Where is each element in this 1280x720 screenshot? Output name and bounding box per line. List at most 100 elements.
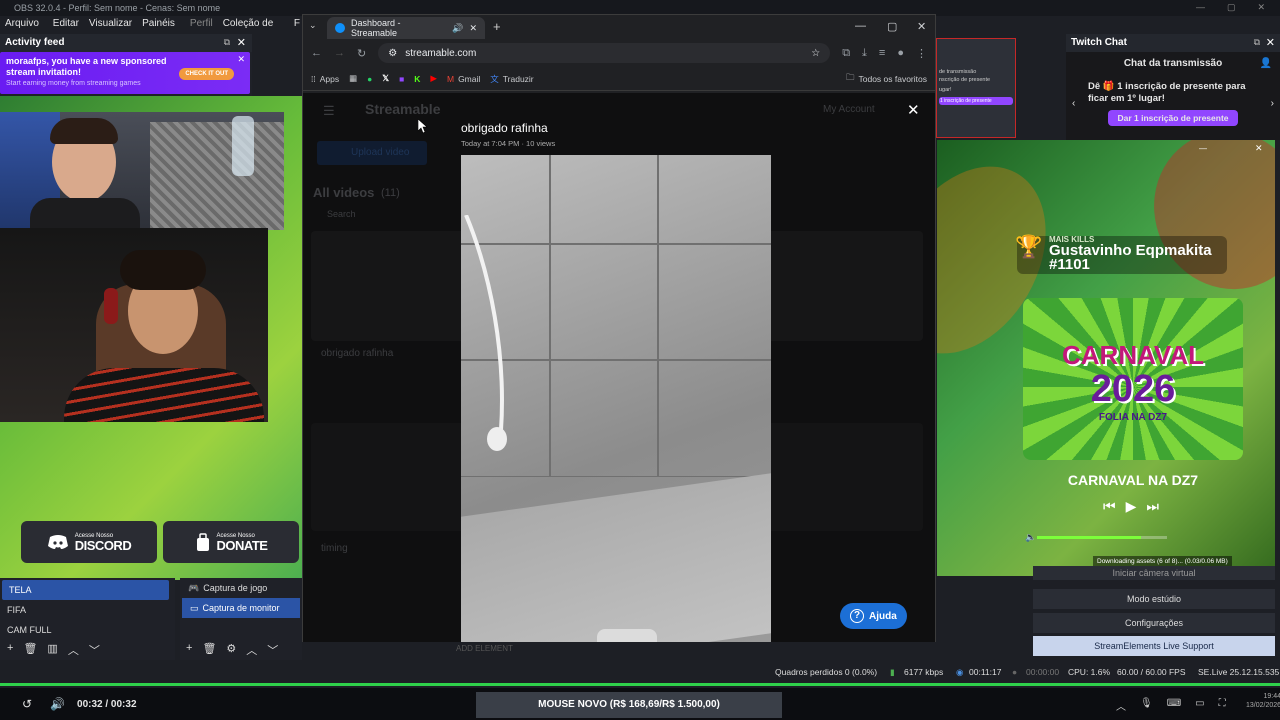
add-icon[interactable]: + <box>7 642 13 658</box>
sponsor-invitation[interactable]: moraafps, you have a new sponsored strea… <box>0 52 250 94</box>
menu-visualizar[interactable]: Visualizar <box>89 16 132 32</box>
undock-icon[interactable]: ⧉ <box>1254 37 1260 48</box>
hamburger-icon[interactable]: ☰ <box>323 103 335 119</box>
fullscreen-icon[interactable]: ⛶ <box>1219 698 1226 713</box>
down-icon[interactable]: ﹀ <box>89 642 100 658</box>
sources-toolbar: + 🗑 ⚙ ︿ ﹀ <box>186 642 278 658</box>
close-icon[interactable]: ✕ <box>1258 2 1266 13</box>
bookmark-apps[interactable]: ⁞⁞ Apps <box>311 74 339 84</box>
previous-icon[interactable]: ⏮ <box>1103 498 1116 515</box>
kick-icon[interactable]: K <box>414 74 420 84</box>
promo-line-2: ficar em 1º lugar! <box>1088 93 1165 104</box>
whatsapp-icon[interactable]: ● <box>367 74 372 84</box>
source-item-game-capture[interactable]: 🎮 Captura de jogo <box>180 578 302 598</box>
minimize-icon[interactable]: — <box>1199 144 1207 153</box>
volume-icon[interactable]: 🔊 <box>50 697 65 711</box>
twitch-icon[interactable]: ■ <box>399 74 404 84</box>
dismiss-icon[interactable]: ✕ <box>237 54 245 65</box>
download-icon[interactable]: ⤓ <box>862 47 867 60</box>
video-progress-bar[interactable] <box>0 683 1280 686</box>
users-icon[interactable]: 👤 <box>1260 58 1272 69</box>
up-icon[interactable]: ︿ <box>68 642 79 658</box>
trash-icon[interactable]: 🗑 <box>202 642 216 658</box>
donate-button[interactable]: Acesse Nosso DONATE <box>163 521 299 563</box>
menu-icon[interactable]: ⋮ <box>916 47 927 60</box>
back-icon[interactable]: ← <box>311 47 322 59</box>
add-element-label[interactable]: ADD ELEMENT <box>456 644 513 653</box>
gift-sub-button[interactable]: Dar 1 inscrição de presente <box>1108 110 1238 126</box>
discord-button[interactable]: Acesse Nosso DISCORD <box>21 521 157 563</box>
check-it-out-button[interactable]: CHECK IT OUT <box>179 68 234 80</box>
menu-editar[interactable]: Editar <box>53 16 79 32</box>
my-account-link[interactable]: My Account <box>823 104 875 115</box>
reload-icon[interactable]: ↻ <box>357 47 366 60</box>
prev-icon[interactable]: ‹ <box>1072 98 1075 109</box>
star-icon[interactable]: ☆ <box>811 48 820 59</box>
x-icon[interactable]: 𝕏 <box>382 73 389 84</box>
all-bookmarks[interactable]: 🗀 Todos os favoritos <box>846 72 927 86</box>
next-icon[interactable]: › <box>1271 98 1274 109</box>
mouse-cursor-icon <box>418 119 428 133</box>
subtitles-icon[interactable]: ▭ <box>1195 698 1204 713</box>
bookmark-traduzir[interactable]: 文 Traduzir <box>490 73 533 85</box>
extensions-icon[interactable]: ⧉ <box>842 47 850 60</box>
upload-video-button[interactable]: Upload video <box>317 141 427 165</box>
obs-window-controls[interactable]: — ▢ ✕ <box>1196 2 1265 13</box>
menu-f[interactable]: F <box>294 16 300 32</box>
address-bar[interactable]: ⚙ streamable.com ☆ <box>378 43 831 63</box>
tab-search-icon[interactable]: ⌄ <box>309 20 317 31</box>
menu-arquivo[interactable]: Arquivo (F) <box>5 16 43 45</box>
tab-close-icon[interactable]: ✕ <box>469 23 477 34</box>
bookmark-gmail[interactable]: M Gmail <box>447 74 480 84</box>
close-icon[interactable]: ✕ <box>1266 36 1275 49</box>
site-info-icon[interactable]: ⚙ <box>388 48 397 59</box>
filter-icon[interactable]: ▥ <box>47 642 57 658</box>
search-input[interactable]: Search <box>327 209 356 219</box>
down-icon[interactable]: ﹀ <box>267 642 278 658</box>
up-icon[interactable]: ︿ <box>246 642 257 658</box>
virtual-camera-button[interactable]: Iniciar câmera virtual <box>1033 566 1275 580</box>
media-icon[interactable]: ≡ <box>879 47 885 59</box>
modal-close-icon[interactable]: ✕ <box>907 101 920 119</box>
streamelements-support-button[interactable]: StreamElements Live Support <box>1033 636 1275 656</box>
minimize-icon[interactable]: — <box>1196 2 1205 13</box>
next-track-icon[interactable]: ⏭ <box>1146 498 1159 515</box>
undock-icon[interactable]: ⧉ <box>224 37 230 48</box>
menu-paineis[interactable]: Painéis (D) <box>142 16 180 45</box>
keyboard-icon[interactable]: ⌨ <box>1167 698 1181 713</box>
volume-slider[interactable] <box>1037 536 1167 539</box>
video-player[interactable] <box>461 155 771 642</box>
profile-icon[interactable]: ● <box>897 47 904 59</box>
trash-icon[interactable]: 🗑 <box>23 642 37 658</box>
close-icon[interactable]: ✕ <box>917 20 926 33</box>
add-icon[interactable]: + <box>186 642 192 658</box>
help-button[interactable]: ? Ajuda <box>840 603 907 629</box>
chrome-window: ⌄ Dashboard - Streamable 🔊 ✕ + — ▢ ✕ ← →… <box>302 14 936 642</box>
new-tab-icon[interactable]: + <box>493 19 501 34</box>
studio-mode-button[interactable]: Modo estúdio <box>1033 589 1275 609</box>
maximize-icon[interactable]: ▢ <box>887 20 897 33</box>
streamer-hair-2 <box>120 250 206 290</box>
scene-item-fifa[interactable]: FIFA <box>0 600 175 620</box>
forward-icon[interactable]: → <box>334 47 345 59</box>
youtube-icon[interactable]: ▶ <box>430 73 437 84</box>
scene-item-tela[interactable]: TELA <box>2 580 169 600</box>
close-icon[interactable]: ✕ <box>237 36 246 49</box>
page-logo[interactable]: Streamable <box>365 101 440 117</box>
minimize-icon[interactable]: — <box>855 20 866 32</box>
source-item-monitor-capture[interactable]: ▭ Captura de monitor <box>182 598 300 618</box>
replay-icon[interactable]: ↺ <box>22 697 32 711</box>
mic-icon[interactable]: 🎙 <box>1140 698 1153 713</box>
gear-icon[interactable]: ⚙ <box>226 642 236 658</box>
maximize-icon[interactable]: ▢ <box>1227 2 1236 13</box>
close-icon[interactable]: ✕ <box>1255 143 1263 154</box>
discord-big: DISCORD <box>74 537 132 553</box>
chevron-up-icon[interactable]: ︿ <box>1116 698 1126 713</box>
grid-icon[interactable]: ▦ <box>349 73 357 84</box>
settings-button[interactable]: Configurações <box>1033 613 1275 633</box>
play-icon[interactable]: ▶ <box>1126 498 1137 515</box>
tab-dashboard[interactable]: Dashboard - Streamable 🔊 ✕ <box>327 17 485 39</box>
scene-item-cam-full[interactable]: CAM FULL <box>0 620 175 640</box>
menu-perfil[interactable]: Perfil <box>190 16 213 32</box>
menu-colecao[interactable]: Coleção de cenas <box>223 16 284 45</box>
